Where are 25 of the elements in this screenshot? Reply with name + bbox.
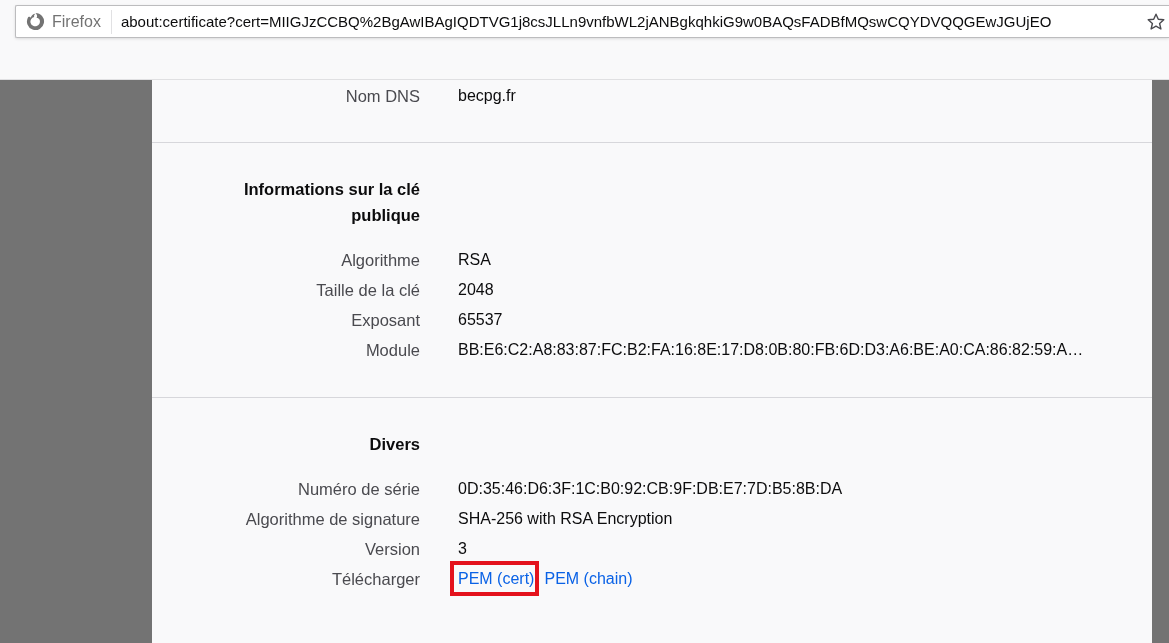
section-heading: Divers [368,434,420,455]
field-label: Module [364,340,420,360]
field-value: becpg.fr [458,87,516,105]
field-value: RSA [458,251,491,269]
download-link[interactable]: PEM (chain) [544,570,633,588]
field-value: SHA-256 with RSA Encryption [458,510,673,528]
download-link[interactable]: PEM (cert) [450,561,540,596]
field-label: Algorithme [340,250,420,270]
field-label: Algorithme de signature [244,509,420,529]
field-value: 3 [458,540,467,558]
url-field[interactable]: about:certificate?cert=MIIGJzCCBQ%2BgAwIBAgIQDTVG1j8csJLLn9vnfbWL2jANBgkqhkiG9w0BAQsFADBfMQswCQYDVQQGEwJGUjEO [120,13,1052,30]
identity-button[interactable]: Firefox [26,12,101,31]
field-label: Taille de la clé [315,280,420,300]
field-label: Version [363,539,420,559]
field-label: Exposant [350,310,420,330]
star-icon[interactable] [1147,12,1165,31]
field-label: Télécharger [330,569,420,589]
field-value: 0D:35:46:D6:3F:1C:B0:92:CB:9F:DB:E7:7D:B5:8B:DA [458,480,843,498]
field-label: Numéro de série [297,479,420,499]
field-value: 2048 [458,281,494,299]
swirl-logo-icon [26,12,45,31]
field-label: Nom DNS [344,86,420,106]
field-value: BB:E6:C2:A8:83:87:FC:B2:FA:16:8E:17:D8:0B:80:FB:6D:D3:A6:BE:A0:CA:86:82:59:A… [458,341,1084,359]
section-heading: Informations sur la clé publique [242,179,420,226]
field-value: 65537 [458,311,503,329]
